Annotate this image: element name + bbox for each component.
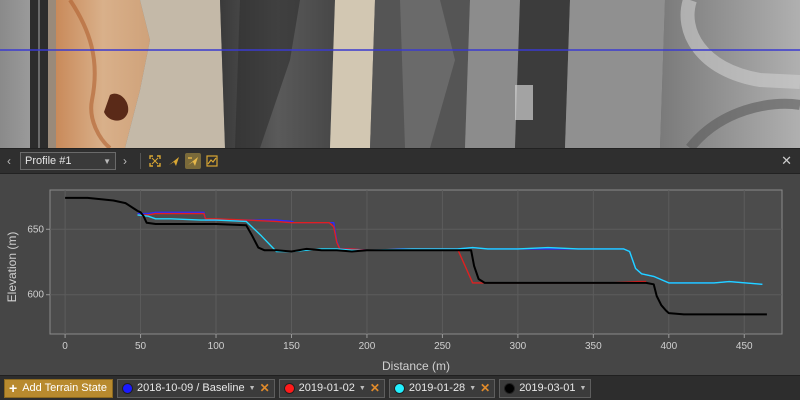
terrain-state-label: 2019-01-02 <box>298 382 355 394</box>
chevron-right-icon[interactable]: › <box>116 149 134 173</box>
fit-view-icon[interactable] <box>204 153 220 169</box>
terrain-state-label: 2019-03-01 <box>519 382 576 394</box>
toolbar-divider <box>140 153 141 169</box>
x-tick-label: 50 <box>135 341 147 352</box>
x-tick-label: 0 <box>62 341 68 352</box>
y-axis-label: Elevation (m) <box>5 232 19 303</box>
remove-icon[interactable]: ✕ <box>480 381 490 395</box>
profile-select[interactable]: Profile #1 ▼ <box>20 152 116 170</box>
draw-profile-icon[interactable] <box>166 153 182 169</box>
aerial-imagery <box>0 0 800 148</box>
terrain-state-chip[interactable]: 2019-03-01 ▼ <box>499 378 592 398</box>
terrain-state-chip[interactable]: 2019-01-02 ▼ ✕ <box>278 378 385 398</box>
chevron-left-icon[interactable]: ‹ <box>0 149 18 173</box>
plus-icon: + <box>9 380 18 396</box>
terrain-state-chip[interactable]: 2018-10-09 / Baseline ▼ ✕ <box>116 378 275 398</box>
x-tick-label: 250 <box>434 341 451 352</box>
terrain-state-chip[interactable]: 2019-01-28 ▼ ✕ <box>388 378 496 398</box>
y-tick-label: 600 <box>27 290 44 301</box>
profile-toolbar: ‹ Profile #1 ▼ › ✕ <box>0 148 800 174</box>
x-axis-label: Distance (m) <box>382 359 450 373</box>
terrain-state-label: 2018-10-09 / Baseline <box>136 382 245 394</box>
elevation-profile-chart[interactable]: 0 50 100 150 200 250 300 350 400 450 600 650 Distan… <box>0 174 800 375</box>
x-tick-label: 350 <box>585 341 602 352</box>
color-swatch[interactable] <box>121 382 133 394</box>
terrain-state-label: 2019-01-28 <box>408 382 466 394</box>
terrain-state-bar: + Add Terrain State 2018-10-09 / Baselin… <box>0 375 800 400</box>
chevron-down-icon[interactable]: ▼ <box>359 385 366 392</box>
color-swatch[interactable] <box>393 382 405 394</box>
color-swatch[interactable] <box>283 382 295 394</box>
profile-viewer: ‹ Profile #1 ▼ › ✕ 0 50 100 150 200 250 300 350… <box>0 0 800 400</box>
edit-profile-icon[interactable] <box>185 153 201 169</box>
chevron-down-icon: ▼ <box>103 156 111 166</box>
profile-select-value: Profile #1 <box>25 155 72 167</box>
x-tick-label: 300 <box>510 341 527 352</box>
aerial-map[interactable] <box>0 0 800 148</box>
x-tick-label: 450 <box>736 341 753 352</box>
x-tick-label: 200 <box>359 341 376 352</box>
chevron-down-icon[interactable]: ▼ <box>579 385 586 392</box>
x-tick-label: 100 <box>208 341 225 352</box>
chevron-down-icon[interactable]: ▼ <box>469 385 476 392</box>
y-tick-label: 650 <box>27 224 44 235</box>
chart-canvas: 0 50 100 150 200 250 300 350 400 450 600 650 Distan… <box>5 189 783 373</box>
fit-extent-icon[interactable] <box>147 153 163 169</box>
x-tick-label: 150 <box>283 341 300 352</box>
chevron-down-icon[interactable]: ▼ <box>249 385 256 392</box>
add-terrain-state-button[interactable]: + Add Terrain State <box>4 378 113 398</box>
close-icon[interactable]: ✕ <box>781 153 792 169</box>
color-swatch[interactable] <box>504 382 516 394</box>
x-tick-label: 400 <box>660 341 677 352</box>
add-terrain-state-label: Add Terrain State <box>22 382 107 394</box>
remove-icon[interactable]: ✕ <box>260 381 270 395</box>
remove-icon[interactable]: ✕ <box>370 381 380 395</box>
